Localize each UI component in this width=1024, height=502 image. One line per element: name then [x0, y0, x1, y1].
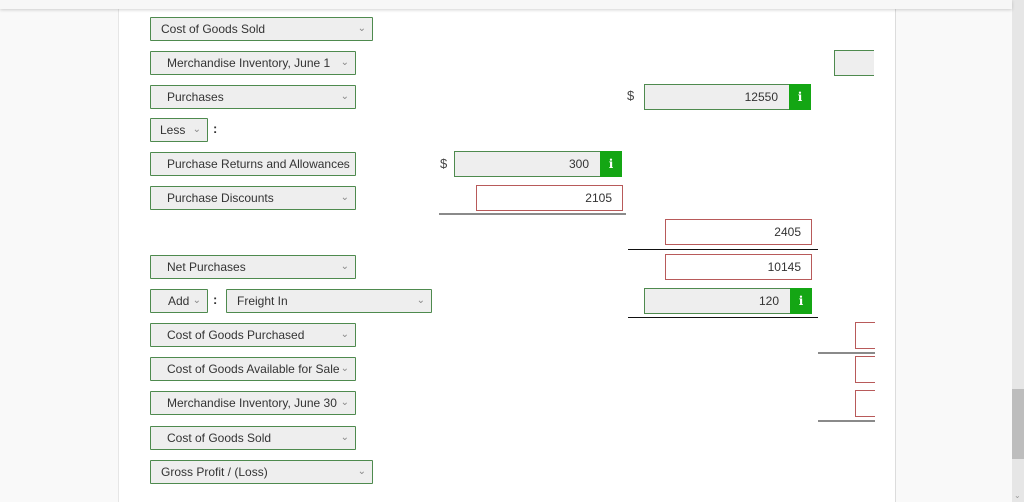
info-icon[interactable]: i: [600, 151, 622, 177]
chevron-down-icon: ⌄: [357, 23, 366, 34]
select-label: Purchases: [167, 90, 224, 104]
net-purchases-value: 10145: [767, 260, 801, 274]
discounts-select[interactable]: Purchase Discounts ⌄: [150, 186, 356, 210]
colon: :: [213, 121, 218, 136]
header-section-select[interactable]: Cost of Goods Sold ⌄: [150, 17, 373, 41]
colon: :: [213, 292, 218, 307]
net-purchases-input[interactable]: 10145: [665, 254, 812, 280]
currency-symbol: $: [440, 156, 448, 171]
select-label: Merchandise Inventory, June 30: [167, 396, 337, 410]
discounts-input[interactable]: 2105: [476, 185, 623, 211]
top-bar: [0, 0, 1012, 9]
freight-in-select[interactable]: Freight In ⌄: [226, 289, 432, 313]
select-label: Net Purchases: [167, 260, 246, 274]
select-label: Cost of Goods Sold: [167, 431, 272, 445]
returns-select[interactable]: Purchase Returns and Allowances ⌄: [150, 152, 356, 176]
subtotal-rule: [439, 213, 626, 215]
discounts-value: 2105: [585, 191, 612, 205]
chevron-down-icon: ⌄: [340, 57, 349, 68]
chevron-down-icon: ⌄: [340, 192, 349, 203]
freight-in-input[interactable]: 120 i: [644, 288, 812, 314]
select-label: Cost of Goods Sold: [161, 22, 266, 36]
select-label: Freight In: [237, 294, 288, 308]
select-label: Purchase Returns and Allowances: [167, 157, 350, 171]
chevron-down-icon: ⌄: [340, 329, 349, 340]
cogs-select[interactable]: Cost of Goods Sold ⌄: [150, 426, 356, 450]
currency-symbol: $: [627, 88, 635, 103]
chevron-down-icon: ⌄: [192, 124, 201, 135]
total-rule: [628, 249, 818, 250]
chevron-down-icon: ⌄: [357, 466, 366, 477]
chevron-down-icon: ⌄: [192, 295, 201, 306]
add-select[interactable]: Add ⌄: [150, 289, 208, 313]
subtotal-rule: [818, 352, 875, 354]
freight-in-value: 120: [758, 294, 779, 308]
cogas-select[interactable]: Cost of Goods Available for Sale ⌄: [150, 357, 356, 381]
select-label: Less: [160, 123, 186, 137]
purchases-value: 12550: [744, 90, 778, 104]
inventory-june30-input[interactable]: [855, 390, 875, 417]
info-icon[interactable]: i: [790, 288, 812, 314]
select-label: Gross Profit / (Loss): [161, 465, 268, 479]
purchases-select[interactable]: Purchases ⌄: [150, 85, 356, 109]
vertical-scrollbar[interactable]: ⌄: [1012, 0, 1024, 502]
chevron-down-icon: ⌄: [340, 158, 349, 169]
inventory-june1-input[interactable]: [834, 50, 874, 76]
chevron-down-icon: ⌄: [416, 295, 425, 306]
statement-panel: Cost of Goods Sold ⌄ Merchandise Invento…: [118, 0, 896, 502]
inventory-june1-select[interactable]: Merchandise Inventory, June 1 ⌄: [150, 51, 356, 75]
select-label: Add: [168, 294, 190, 308]
chevron-down-icon: ⌄: [340, 261, 349, 272]
select-label: Cost of Goods Purchased: [167, 328, 305, 342]
total-deductions-value: 2405: [774, 225, 801, 239]
total-rule: [628, 317, 818, 318]
cogp-select[interactable]: Cost of Goods Purchased ⌄: [150, 323, 356, 347]
returns-value: 300: [568, 157, 589, 171]
select-label: Purchase Discounts: [167, 191, 274, 205]
select-label: Cost of Goods Available for Sale: [167, 362, 340, 376]
net-purchases-select[interactable]: Net Purchases ⌄: [150, 255, 356, 279]
cogas-input[interactable]: [855, 356, 875, 383]
inventory-june30-select[interactable]: Merchandise Inventory, June 30 ⌄: [150, 391, 356, 415]
purchases-input[interactable]: 12550 i: [644, 84, 811, 110]
scroll-down-icon[interactable]: ⌄: [1014, 492, 1021, 500]
select-label: Merchandise Inventory, June 1: [167, 56, 331, 70]
scrollbar-thumb[interactable]: [1012, 389, 1024, 459]
returns-input[interactable]: 300 i: [454, 151, 622, 177]
chevron-down-icon: ⌄: [340, 91, 349, 102]
chevron-down-icon: ⌄: [340, 397, 349, 408]
chevron-down-icon: ⌄: [340, 363, 349, 374]
info-icon[interactable]: i: [789, 84, 811, 110]
gross-profit-select[interactable]: Gross Profit / (Loss) ⌄: [150, 460, 373, 484]
total-deductions-input[interactable]: 2405: [665, 219, 812, 245]
subtotal-rule: [818, 420, 875, 422]
less-select[interactable]: Less ⌄: [150, 118, 208, 142]
cogp-input[interactable]: [855, 322, 875, 349]
chevron-down-icon: ⌄: [340, 432, 349, 443]
